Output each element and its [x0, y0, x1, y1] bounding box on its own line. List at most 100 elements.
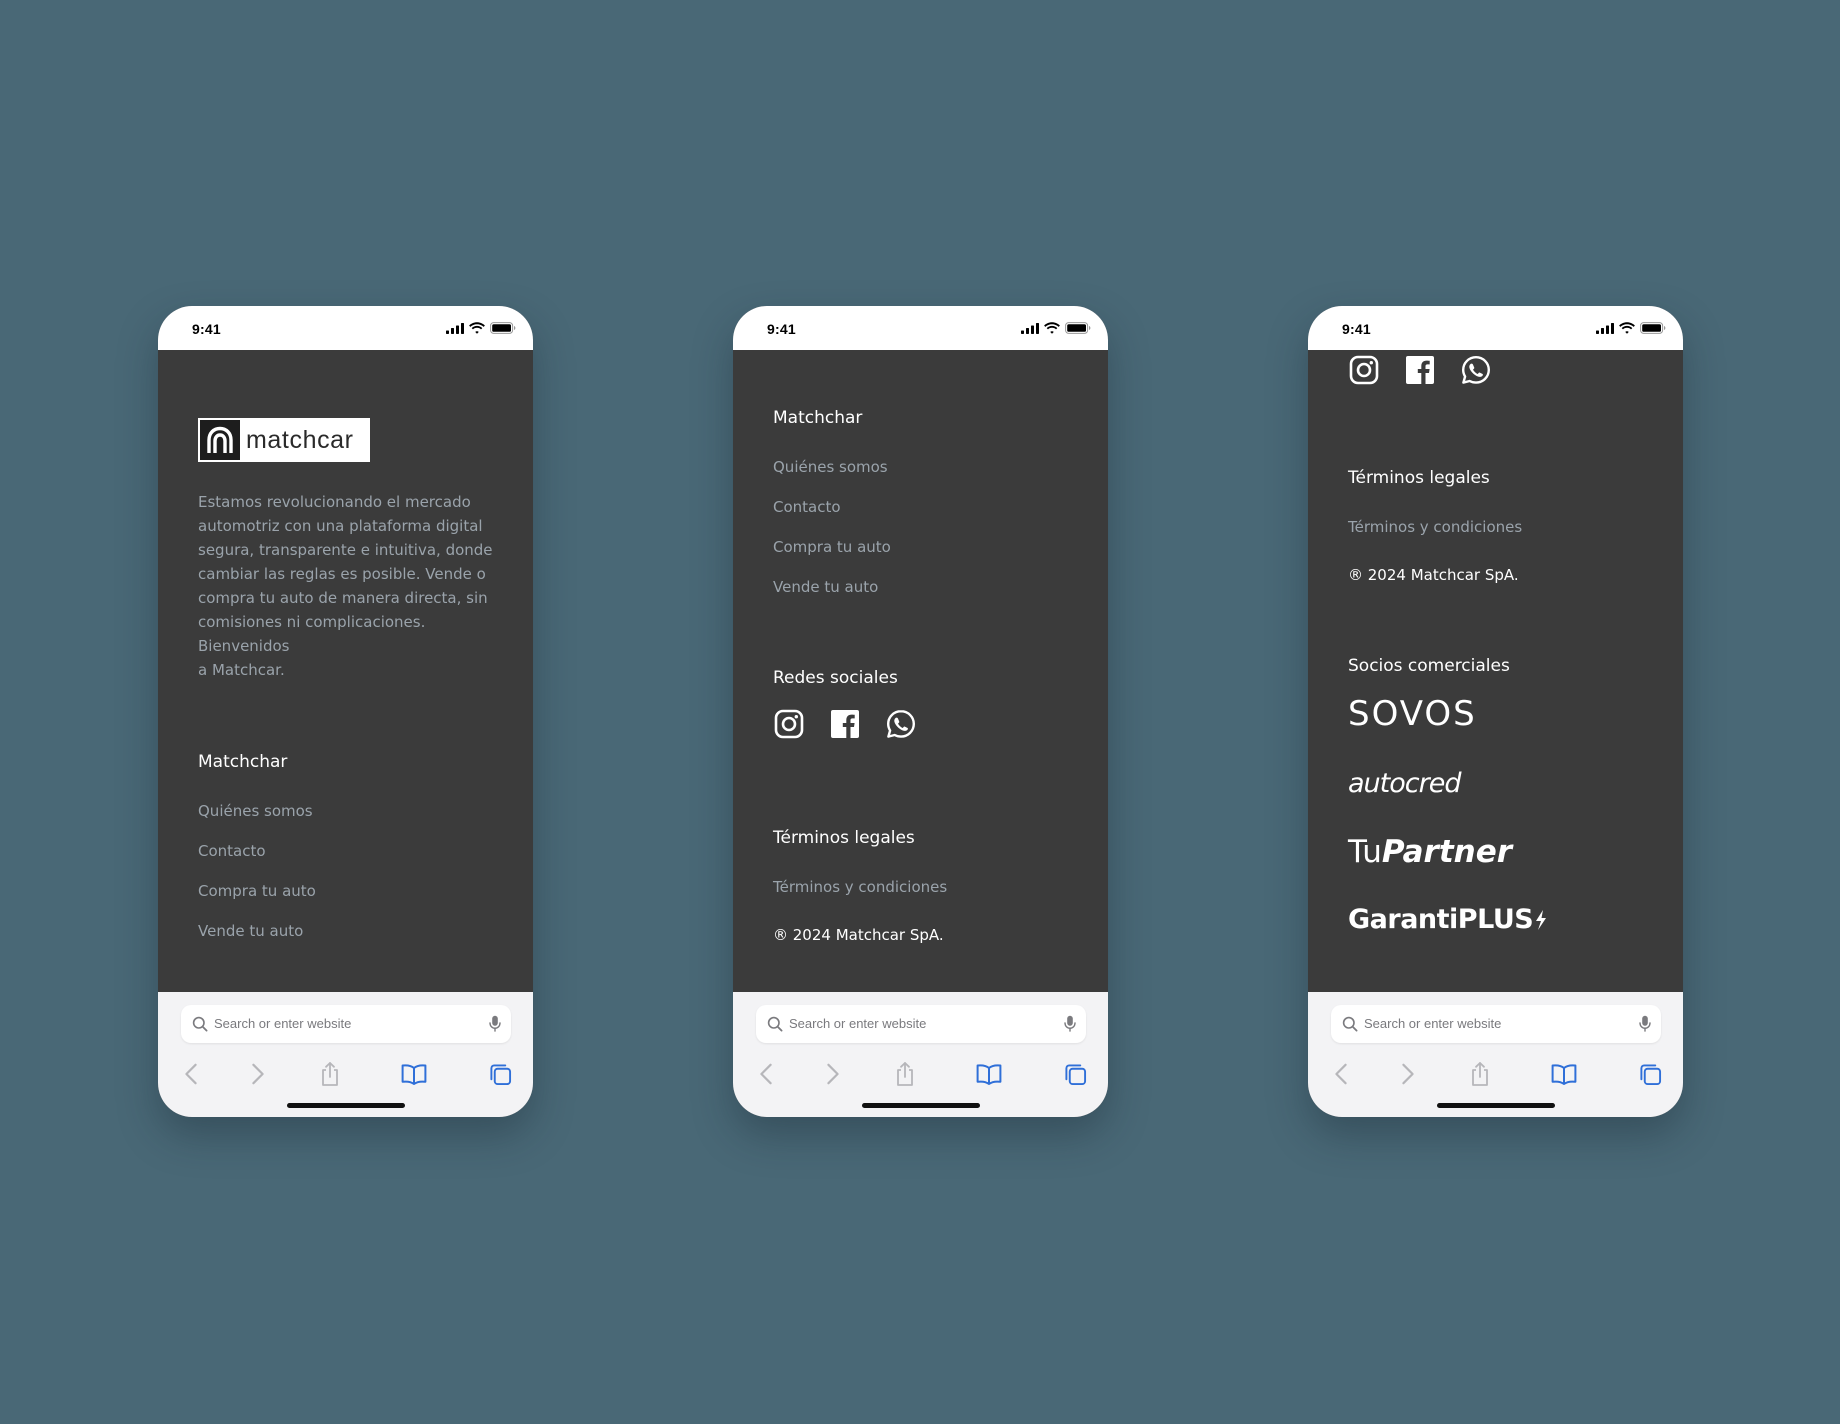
link-vende-tu-auto[interactable]: Vende tu auto [773, 578, 878, 596]
back-button[interactable] [177, 1060, 205, 1088]
home-indicator[interactable] [1437, 1103, 1555, 1108]
garantiplus-text: GarantiPLUS [1348, 904, 1534, 935]
forward-icon [1401, 1063, 1415, 1085]
wifi-icon [1619, 322, 1635, 334]
partner-logo-autocred[interactable]: autocred [1348, 768, 1461, 799]
back-button[interactable] [1327, 1060, 1355, 1088]
forward-button[interactable] [1394, 1060, 1422, 1088]
browser-nav-row [158, 1060, 533, 1088]
address-bar-placeholder: Search or enter website [1364, 1016, 1502, 1031]
browser-toolbar: Search or enter website [158, 992, 533, 1117]
footer-content: Matchchar Quiénes somos Contacto Compra … [733, 350, 1108, 998]
search-icon [1342, 1016, 1358, 1032]
back-button[interactable] [752, 1060, 780, 1088]
address-bar[interactable]: Search or enter website [756, 1005, 1086, 1043]
wifi-icon [469, 322, 485, 334]
share-button[interactable] [891, 1060, 919, 1088]
share-button[interactable] [1466, 1060, 1494, 1088]
forward-button[interactable] [244, 1060, 272, 1088]
bookmarks-button[interactable] [1550, 1060, 1578, 1088]
link-compra-tu-auto[interactable]: Compra tu auto [773, 538, 891, 556]
share-icon [320, 1061, 340, 1087]
matchcar-logo-mark-icon [200, 420, 240, 460]
tabs-icon [1639, 1063, 1662, 1086]
footer-content: matchcar Estamos revolucionando el merca… [158, 350, 533, 998]
bookmarks-icon [1551, 1063, 1577, 1085]
share-button[interactable] [316, 1060, 344, 1088]
whatsapp-icon[interactable] [1460, 354, 1492, 386]
phone-screen-2: 9:41 Matchchar Quiénes somos Contacto Co… [733, 306, 1108, 1117]
cellular-signal-icon [1021, 323, 1039, 334]
wifi-icon [1044, 322, 1060, 334]
footer-content: Términos legales Términos y condiciones … [1308, 350, 1683, 998]
browser-toolbar: Search or enter website [1308, 992, 1683, 1117]
home-indicator[interactable] [862, 1103, 980, 1108]
status-bar: 9:41 [1308, 306, 1683, 350]
status-time: 9:41 [192, 321, 221, 337]
status-time: 9:41 [767, 321, 796, 337]
phone-screen-1: 9:41 matchcar Estamos revolucionando el … [158, 306, 533, 1117]
bookmarks-icon [401, 1063, 427, 1085]
status-time: 9:41 [1342, 321, 1371, 337]
section-title-terminos-legales: Términos legales [773, 828, 915, 848]
status-bar: 9:41 [158, 306, 533, 350]
bookmarks-button[interactable] [400, 1060, 428, 1088]
microphone-icon[interactable] [1064, 1015, 1076, 1033]
lightning-bolt-icon [1536, 909, 1547, 930]
forward-icon [826, 1063, 840, 1085]
battery-icon [490, 322, 516, 334]
tupartner-light-text: Tu [1348, 834, 1382, 870]
link-contacto[interactable]: Contacto [198, 842, 266, 860]
link-terminos-y-condiciones[interactable]: Términos y condiciones [773, 878, 947, 896]
microphone-icon[interactable] [489, 1015, 501, 1033]
browser-nav-row [1308, 1060, 1683, 1088]
intro-text: Estamos revolucionando el mercado automo… [198, 493, 493, 655]
partner-logo-sovos[interactable]: SOVOS [1348, 694, 1477, 734]
link-quienes-somos[interactable]: Quiénes somos [773, 458, 888, 476]
status-bar: 9:41 [733, 306, 1108, 350]
instagram-icon[interactable] [1348, 354, 1380, 386]
back-icon [759, 1063, 773, 1085]
link-terminos-y-condiciones[interactable]: Términos y condiciones [1348, 518, 1522, 536]
bookmarks-icon [976, 1063, 1002, 1085]
home-indicator[interactable] [287, 1103, 405, 1108]
tupartner-bold-text: Partner [1381, 834, 1513, 870]
address-bar[interactable]: Search or enter website [1331, 1005, 1661, 1043]
cellular-signal-icon [446, 323, 464, 334]
section-title-terminos-legales: Términos legales [1348, 468, 1490, 488]
matchcar-logo[interactable]: matchcar [198, 418, 370, 462]
social-links [1348, 354, 1492, 386]
link-compra-tu-auto[interactable]: Compra tu auto [198, 882, 316, 900]
tabs-icon [1064, 1063, 1087, 1086]
status-indicators [1021, 322, 1091, 334]
copyright-text: ® 2024 Matchcar SpA. [1348, 566, 1519, 584]
browser-toolbar: Search or enter website [733, 992, 1108, 1117]
intro-text-end: a Matchcar. [198, 661, 285, 679]
status-indicators [1596, 322, 1666, 334]
browser-nav-row [733, 1060, 1108, 1088]
facebook-icon[interactable] [1404, 354, 1436, 386]
cellular-signal-icon [1596, 323, 1614, 334]
bookmarks-button[interactable] [975, 1060, 1003, 1088]
address-bar-placeholder: Search or enter website [214, 1016, 352, 1031]
link-contacto[interactable]: Contacto [773, 498, 841, 516]
share-icon [895, 1061, 915, 1087]
tabs-button[interactable] [486, 1060, 514, 1088]
tabs-button[interactable] [1061, 1060, 1089, 1088]
forward-button[interactable] [819, 1060, 847, 1088]
microphone-icon[interactable] [1639, 1015, 1651, 1033]
link-vende-tu-auto[interactable]: Vende tu auto [198, 922, 303, 940]
back-icon [184, 1063, 198, 1085]
tabs-button[interactable] [1636, 1060, 1664, 1088]
instagram-icon[interactable] [773, 708, 805, 740]
partner-logo-garantiplus[interactable]: GarantiPLUS [1348, 904, 1548, 935]
section-title-redes-sociales: Redes sociales [773, 668, 898, 688]
facebook-icon[interactable] [829, 708, 861, 740]
phone-screen-3: 9:41 Términos legales Términos y condici… [1308, 306, 1683, 1117]
whatsapp-icon[interactable] [885, 708, 917, 740]
address-bar[interactable]: Search or enter website [181, 1005, 511, 1043]
partner-logo-tupartner[interactable]: TuPartner [1348, 834, 1512, 870]
social-links [773, 708, 917, 740]
link-quienes-somos[interactable]: Quiénes somos [198, 802, 313, 820]
copyright-text: ® 2024 Matchcar SpA. [773, 926, 944, 944]
